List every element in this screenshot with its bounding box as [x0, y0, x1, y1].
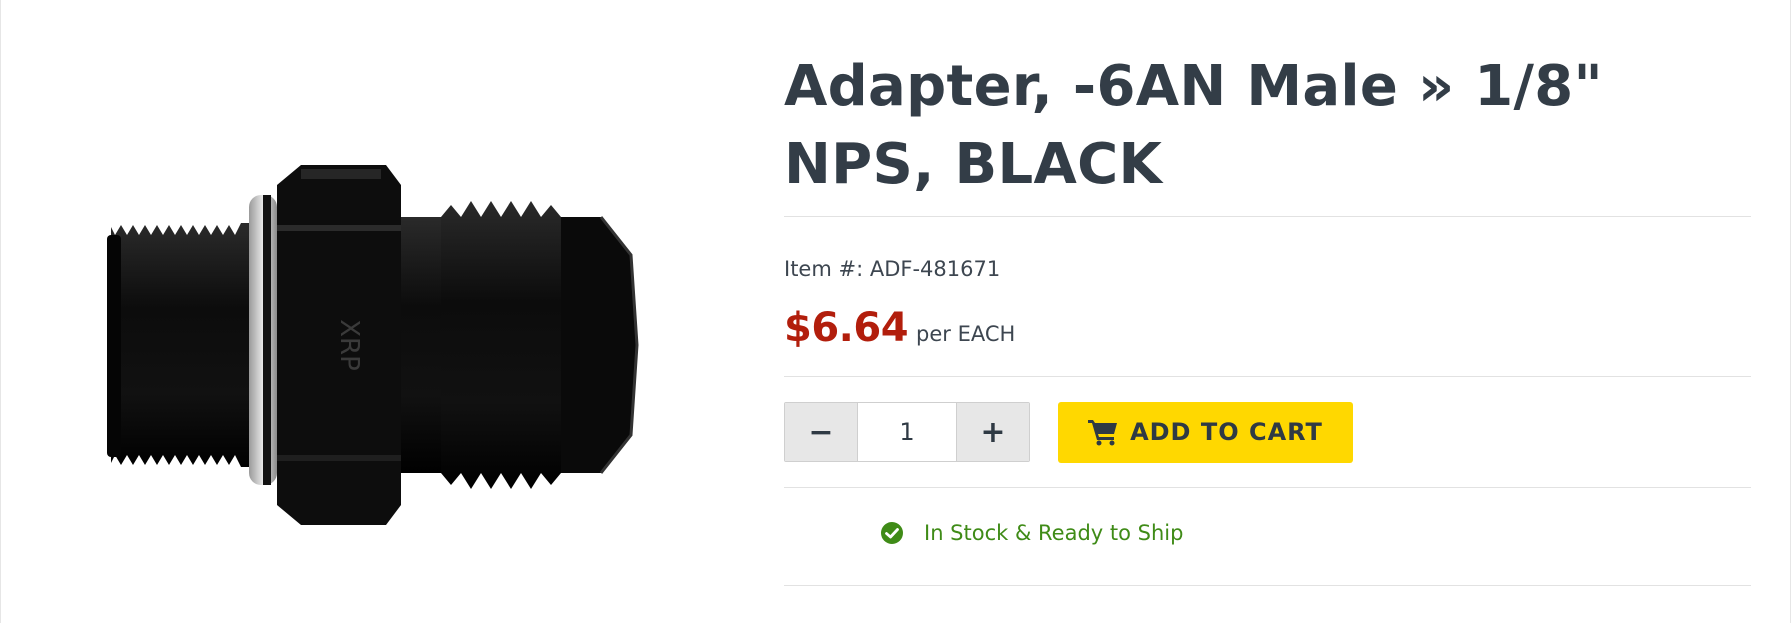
cart-row: − + ADD TO CART	[784, 401, 1751, 463]
divider	[784, 487, 1751, 488]
divider	[784, 376, 1751, 377]
price: $6.64	[784, 305, 909, 351]
divider	[784, 216, 1751, 217]
product-image: XRP	[107, 165, 639, 525]
check-circle-icon	[881, 522, 903, 544]
stock-status-text: In Stock & Ready to Ship	[924, 521, 1184, 545]
add-to-cart-label: ADD TO CART	[1130, 418, 1323, 446]
decrement-button[interactable]: −	[785, 403, 857, 461]
product-details: Adapter, -6AN Male » 1/8" NPS, BLACK Ite…	[784, 48, 1751, 586]
item-number: Item #: ADF-481671	[784, 257, 1001, 281]
add-to-cart-button[interactable]: ADD TO CART	[1058, 401, 1353, 463]
quantity-stepper: − +	[784, 402, 1030, 462]
price-unit: per EACH	[916, 322, 1016, 346]
product-title: Adapter, -6AN Male » 1/8" NPS, BLACK	[784, 54, 1604, 197]
shopping-cart-icon	[1088, 420, 1118, 446]
quantity-input[interactable]	[857, 403, 957, 461]
svg-text:XRP: XRP	[334, 319, 364, 371]
product-page: XRP Adapter, -6AN Male » 1/8" NPS, BLACK…	[0, 0, 1791, 623]
increment-button[interactable]: +	[957, 403, 1029, 461]
divider	[784, 585, 1751, 586]
price-row: $6.64 per EACH	[784, 305, 1751, 355]
stock-status: In Stock & Ready to Ship	[880, 518, 1751, 548]
